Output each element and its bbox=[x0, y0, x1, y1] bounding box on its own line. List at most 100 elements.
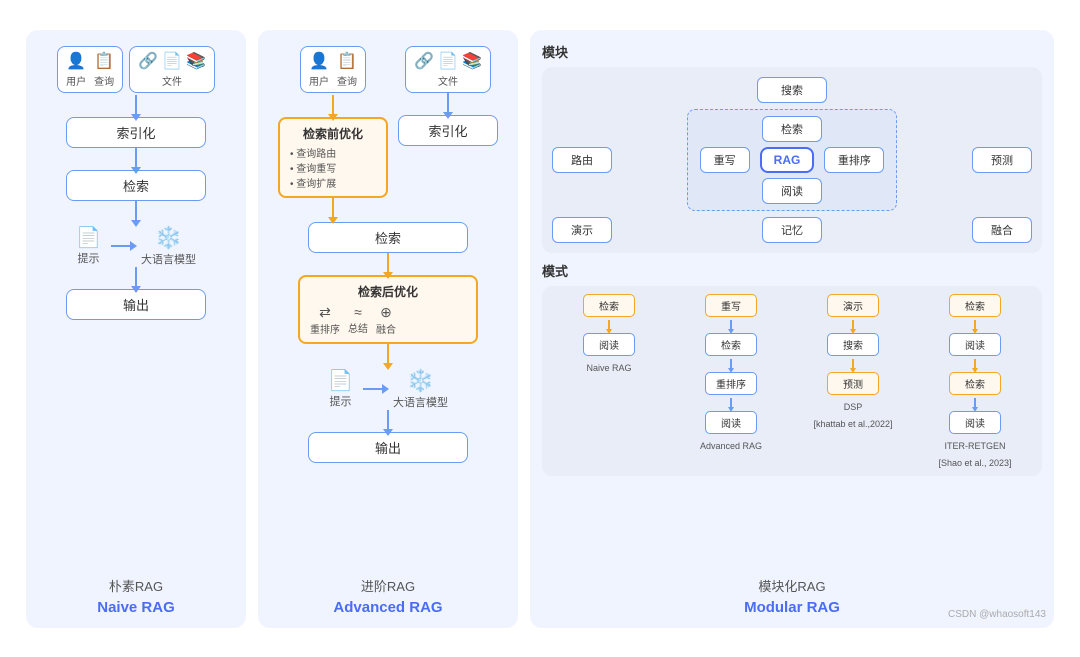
mode-adv-node4: 阅读 bbox=[705, 411, 757, 434]
modes-container: 检索 阅读 Naive RAG 重写 检索 重排序 阅读 Advanced RA… bbox=[542, 286, 1042, 476]
naive-arrow-4 bbox=[135, 267, 137, 287]
mode-adv-arrow3 bbox=[730, 398, 732, 408]
modes-section-label: 模式 bbox=[542, 261, 568, 280]
main-container: 👤 📋 用户 查询 🔗 📄 📚 文件 索引化 检索 bbox=[10, 14, 1070, 644]
naive-file-label: 文件 bbox=[162, 73, 182, 88]
module-grid: 搜索 路由 检索 重写 RAG 重排序 阅读 预测 演示 bbox=[542, 67, 1042, 253]
naive-arrow-3 bbox=[135, 201, 137, 221]
mode-iter-arrow1 bbox=[974, 320, 976, 330]
adv-query-icon: 📋 bbox=[337, 51, 357, 71]
naive-prompt-label: 提示 bbox=[78, 250, 100, 266]
naive-arrow-right bbox=[111, 245, 131, 247]
mode-advanced: 重写 检索 重排序 阅读 Advanced RAG bbox=[672, 294, 790, 451]
adv-file-label: 文件 bbox=[438, 73, 458, 88]
module-retrieve: 检索 bbox=[762, 116, 822, 142]
modular-title-en: Modular RAG bbox=[744, 599, 840, 616]
module-predict: 预测 bbox=[972, 147, 1032, 173]
adv-left-flow: 👤 📋 用户 查询 检索前优化 • 查询路由 • 查询重写 • 查询扩展 bbox=[278, 46, 388, 220]
adv-title-en: Advanced RAG bbox=[333, 599, 442, 616]
adv-post-opt-node: 检索后优化 ⇄ 重排序 ≈ 总结 ⊕ 融合 bbox=[298, 275, 478, 344]
mode-columns: 检索 阅读 Naive RAG 重写 检索 重排序 阅读 Advanced RA… bbox=[550, 294, 1034, 468]
mode-dsp-arrow2 bbox=[852, 359, 854, 369]
mode-iter-node3: 检索 bbox=[949, 372, 1001, 395]
mode-adv-node2: 检索 bbox=[705, 333, 757, 356]
mode-naive-node1: 检索 bbox=[583, 294, 635, 317]
adv-bottom-label: 进阶RAG Advanced RAG bbox=[333, 568, 442, 616]
mode-iter-node1: 检索 bbox=[949, 294, 1001, 317]
naive-index-node: 索引化 bbox=[66, 117, 206, 148]
adv-query-label: 查询 bbox=[337, 73, 357, 88]
mode-dsp: 演示 搜索 预测 DSP [khattab et al.,2022] bbox=[794, 294, 912, 429]
adv-doc-icon: 📄 bbox=[438, 51, 458, 71]
mode-adv-node1: 重写 bbox=[705, 294, 757, 317]
adv-pre-opt-title: 检索前优化 bbox=[290, 125, 376, 142]
mode-iter-node4: 阅读 bbox=[949, 411, 1001, 434]
adv-index-node: 索引化 bbox=[398, 115, 498, 146]
mode-naive-node2: 阅读 bbox=[583, 333, 635, 356]
adv-top-section: 👤 📋 用户 查询 检索前优化 • 查询路由 • 查询重写 • 查询扩展 bbox=[278, 46, 498, 220]
naive-rag-panel: 👤 📋 用户 查询 🔗 📄 📚 文件 索引化 检索 bbox=[26, 30, 246, 628]
module-route: 路由 bbox=[552, 147, 612, 173]
mode-iter-sublabel: [Shao et al., 2023] bbox=[938, 458, 1011, 468]
module-fuse: 融合 bbox=[972, 217, 1032, 243]
adv-pre-opt-item3: • 查询扩展 bbox=[290, 175, 376, 190]
watermark: CSDN @whaosoft143 bbox=[948, 609, 1046, 620]
module-memory: 记忆 bbox=[762, 217, 822, 243]
naive-user-label: 用户 bbox=[66, 73, 86, 88]
advanced-rag-panel: 👤 📋 用户 查询 检索前优化 • 查询路由 • 查询重写 • 查询扩展 bbox=[258, 30, 518, 628]
mode-dsp-label: DSP bbox=[844, 402, 863, 412]
naive-llm-row: 📄 提示 ❄️ 大语言模型 bbox=[76, 225, 196, 267]
mode-naive-label: Naive RAG bbox=[586, 363, 631, 373]
link-icon: 🔗 bbox=[138, 51, 158, 71]
naive-search-node: 检索 bbox=[66, 170, 206, 201]
adv-llm-icon: ❄️ bbox=[407, 368, 434, 394]
mode-naive-arrow1 bbox=[608, 320, 610, 330]
mode-dsp-node2: 搜索 bbox=[827, 333, 879, 356]
adv-input-row: 👤 📋 用户 查询 bbox=[300, 46, 366, 93]
module-rewrite: 重写 bbox=[700, 147, 750, 173]
naive-file-box: 🔗 📄 📚 文件 bbox=[129, 46, 215, 93]
user-icon: 👤 bbox=[66, 51, 86, 71]
adv-arrow-2 bbox=[332, 198, 334, 218]
adv-file-box: 🔗 📄 📚 文件 bbox=[405, 46, 491, 93]
mode-iter-label: ITER-RETGEN bbox=[944, 441, 1005, 451]
naive-input-row: 👤 📋 用户 查询 🔗 📄 📚 文件 bbox=[57, 46, 215, 93]
naive-bottom-label: 朴素RAG Naive RAG bbox=[97, 568, 175, 616]
mode-dsp-arrow1 bbox=[852, 320, 854, 330]
query-icon: 📋 bbox=[94, 51, 114, 71]
adv-arrow-3 bbox=[447, 93, 449, 113]
adv-pre-opt-node: 检索前优化 • 查询路由 • 查询重写 • 查询扩展 bbox=[278, 117, 388, 198]
mode-iter: 检索 阅读 检索 阅读 ITER-RETGEN [Shao et al., 20… bbox=[916, 294, 1034, 468]
module-rag: RAG bbox=[760, 147, 815, 173]
adv-user-icon: 👤 bbox=[309, 51, 329, 71]
naive-user-query-box: 👤 📋 用户 查询 bbox=[57, 46, 123, 93]
naive-output-node: 输出 bbox=[66, 289, 206, 320]
modular-bottom-label: 模块化RAG Modular RAG bbox=[744, 568, 840, 616]
module-search: 搜索 bbox=[757, 77, 827, 103]
adv-post-opt-title: 检索后优化 bbox=[310, 283, 466, 300]
naive-query-label: 查询 bbox=[94, 73, 114, 88]
adv-user-label: 用户 bbox=[309, 73, 329, 88]
mode-adv-node3: 重排序 bbox=[705, 372, 757, 395]
adv-arrow-1 bbox=[332, 95, 334, 115]
adv-llm-row: 📄 提示 ❄️ 大语言模型 bbox=[328, 368, 448, 410]
mode-adv-label: Advanced RAG bbox=[700, 441, 762, 451]
adv-pre-opt-item2: • 查询重写 bbox=[290, 160, 376, 175]
naive-llm-label: 大语言模型 bbox=[141, 251, 196, 267]
mode-adv-arrow1 bbox=[730, 320, 732, 330]
adv-search-node: 检索 bbox=[308, 222, 468, 253]
adv-arrow-6 bbox=[387, 410, 389, 430]
modules-section-label: 模块 bbox=[542, 42, 568, 61]
mode-iter-arrow2 bbox=[974, 359, 976, 369]
adv-llm-label: 大语言模型 bbox=[393, 394, 448, 410]
naive-title-cn: 朴素RAG bbox=[97, 576, 175, 595]
module-rerank: 重排序 bbox=[824, 147, 884, 173]
adv-post-summarize: ≈ 总结 bbox=[348, 304, 368, 335]
adv-right-flow: 🔗 📄 📚 文件 索引化 bbox=[398, 46, 498, 186]
adv-arrow-right bbox=[363, 388, 383, 390]
module-read: 阅读 bbox=[762, 178, 822, 204]
doc-icon: 📄 bbox=[162, 51, 182, 71]
mode-adv-arrow2 bbox=[730, 359, 732, 369]
naive-llm-icon: ❄️ bbox=[155, 225, 182, 251]
adv-pre-opt-item1: • 查询路由 bbox=[290, 145, 376, 160]
